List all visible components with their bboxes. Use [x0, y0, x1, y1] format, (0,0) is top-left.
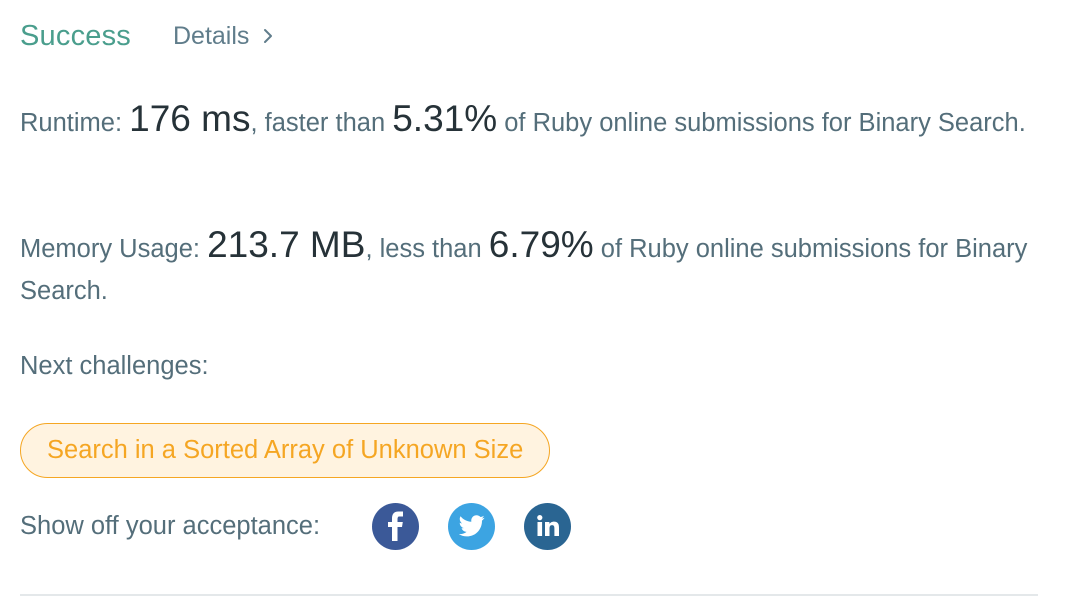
linkedin-icon[interactable]	[524, 502, 572, 550]
details-label: Details	[173, 21, 250, 50]
result-header: Success Details	[20, 14, 273, 58]
chevron-right-icon	[263, 28, 273, 44]
runtime-mid: , faster than	[250, 109, 393, 137]
memory-stats: Memory Usage: 213.7 MB, less than 6.79% …	[20, 224, 1030, 312]
share-label: Show off your acceptance:	[20, 511, 321, 540]
divider	[20, 594, 1038, 596]
social-buttons	[372, 502, 600, 550]
twitter-icon[interactable]	[448, 502, 496, 550]
memory-percent: 6.79%	[488, 224, 594, 265]
next-challenges-title: Next challenges:	[20, 352, 209, 380]
share-row: Show off your acceptance:	[20, 502, 600, 550]
memory-label: Memory Usage:	[20, 235, 208, 263]
details-link[interactable]: Details	[173, 22, 273, 51]
runtime-label: Runtime:	[20, 109, 130, 137]
challenge-button[interactable]: Search in a Sorted Array of Unknown Size	[20, 423, 551, 478]
runtime-stats: Runtime: 176 ms, faster than 5.31% of Ru…	[20, 98, 1030, 144]
submission-result-panel: Success Details Runtime: 176 ms, faster …	[0, 0, 1072, 600]
facebook-icon[interactable]	[372, 502, 420, 550]
runtime-value: 176 ms	[129, 98, 251, 139]
runtime-tail: of Ruby online submissions for Binary Se…	[497, 109, 1026, 137]
status-success: Success	[20, 19, 131, 52]
runtime-percent: 5.31%	[392, 98, 498, 139]
memory-value: 213.7 MB	[207, 224, 366, 265]
memory-mid: , less than	[365, 235, 489, 263]
